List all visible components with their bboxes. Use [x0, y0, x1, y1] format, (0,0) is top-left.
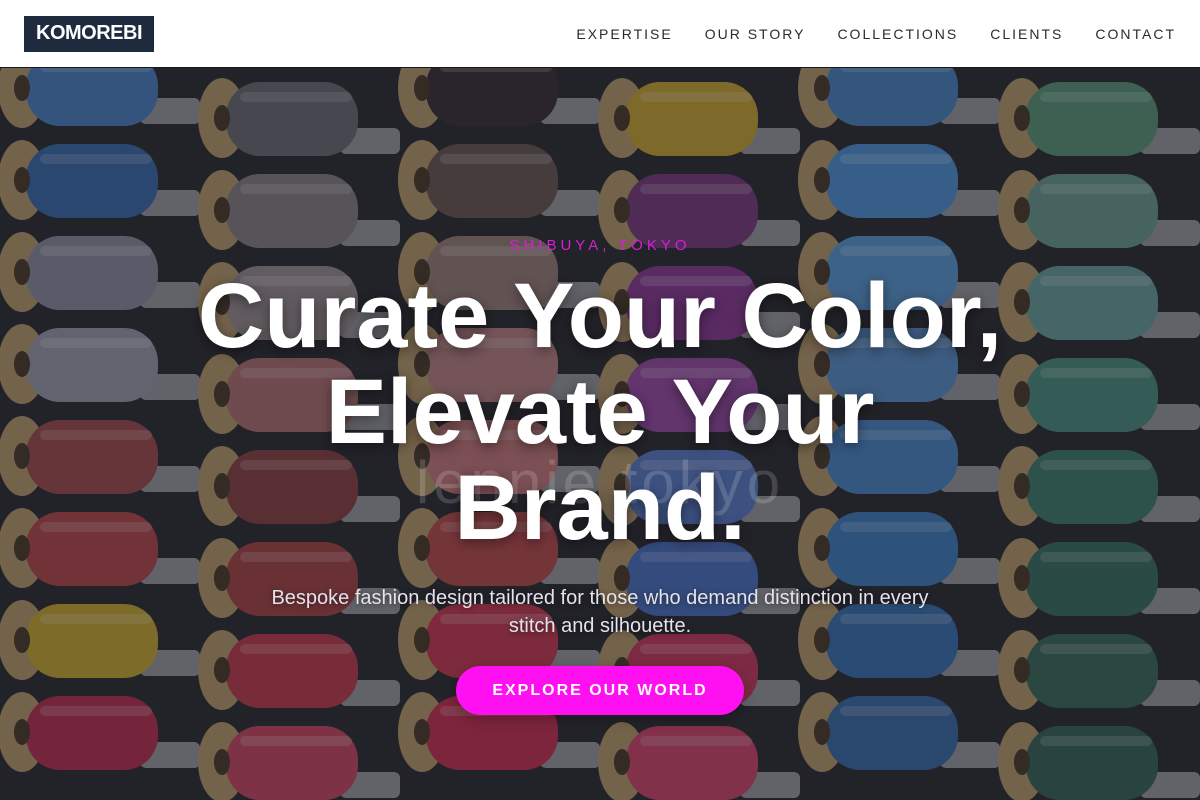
hero-headline-line2: Elevate Your: [325, 361, 875, 463]
hero-headline-line1: Curate Your Color,: [197, 265, 1003, 367]
brand-logo[interactable]: KOMOREBI: [24, 15, 154, 52]
hero-section: SHIBUYA, TOKYO lennie tokyo Curate Your …: [0, 68, 1200, 800]
hero-subtext: Bespoke fashion design tailored for thos…: [271, 587, 929, 637]
hero-content: SHIBUYA, TOKYO lennie tokyo Curate Your …: [0, 68, 1200, 800]
nav-item-contact[interactable]: CONTACT: [1095, 26, 1176, 42]
main-nav: EXPERTISE OUR STORY COLLECTIONS CLIENTS …: [576, 26, 1176, 42]
hero-location-label: SHIBUYA, TOKYO: [509, 237, 691, 254]
hero-headline: Curate Your Color, Elevate Your Brand.: [150, 268, 1050, 556]
nav-item-collections[interactable]: COLLECTIONS: [837, 26, 958, 42]
nav-item-expertise[interactable]: EXPERTISE: [576, 26, 672, 42]
explore-our-world-button[interactable]: EXPLORE OUR WORLD: [456, 666, 744, 715]
site-header: KOMOREBI EXPERTISE OUR STORY COLLECTIONS…: [0, 0, 1200, 68]
nav-item-our-story[interactable]: OUR STORY: [705, 26, 806, 42]
nav-item-clients[interactable]: CLIENTS: [990, 26, 1063, 42]
hero-headline-line3: Brand.: [454, 457, 746, 559]
